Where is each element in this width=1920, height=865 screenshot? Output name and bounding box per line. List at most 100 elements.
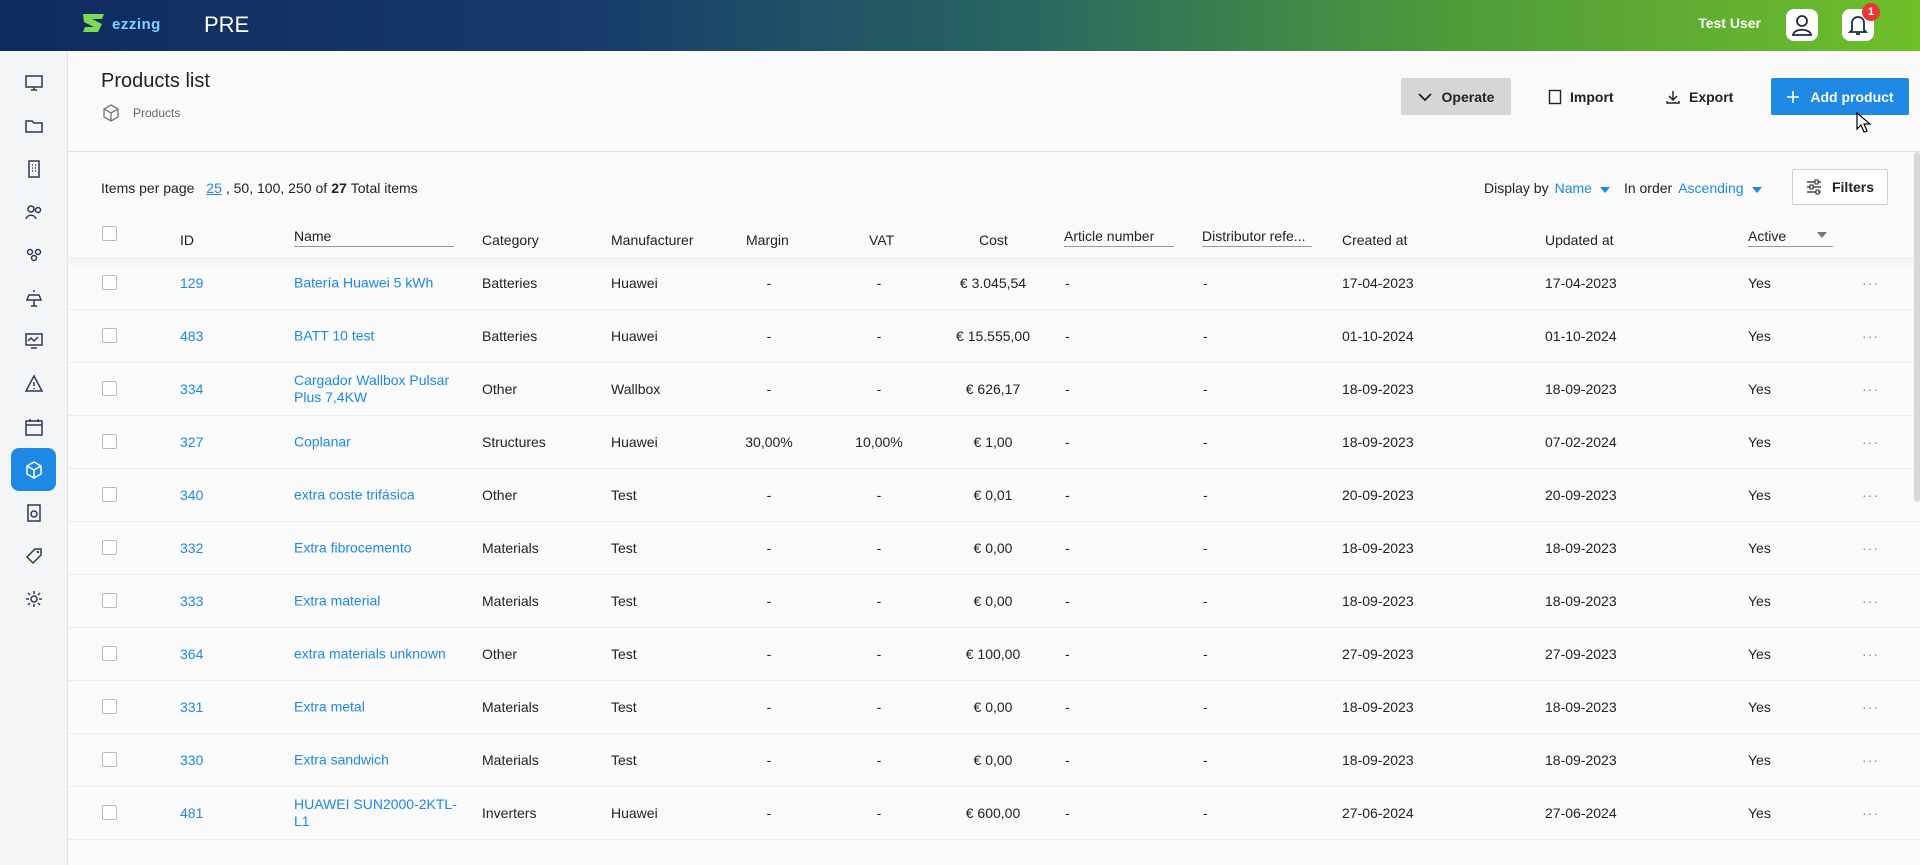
mouse-cursor-icon [1856,112,1872,133]
row-checkbox[interactable] [102,593,117,608]
table-row[interactable]: 334 Other Wallbox - - € 626,17 - - 18-09-2023 18-… [68,363,1920,416]
row-name-link[interactable]: BATT 10 test [294,328,374,345]
row-id[interactable]: 364 [180,646,203,662]
row-actions-menu[interactable]: ··· [1862,381,1879,397]
column-active[interactable]: Active [1748,228,1833,247]
sidebar-item-settings[interactable] [11,577,56,620]
scrollbar[interactable] [1914,152,1920,502]
column-cost[interactable]: Cost [979,232,1008,248]
table-row[interactable]: 330 Materials Test - - € 0,00 - - 18-09-2023 18-0… [68,734,1920,787]
sidebar-item-tags[interactable] [11,534,56,577]
row-name-link[interactable]: Cargador Wallbox Pulsar Plus 7,4KW [294,372,449,406]
column-id[interactable]: ID [180,232,194,248]
row-name-link[interactable]: Extra fibrocemento [294,540,412,557]
row-checkbox[interactable] [102,328,117,343]
column-category[interactable]: Category [482,232,539,248]
column-manufacturer[interactable]: Manufacturer [611,232,693,248]
notifications-button[interactable]: 1 [1842,3,1880,41]
row-actions-menu[interactable]: ··· [1862,752,1879,768]
column-name[interactable]: Name [294,228,454,247]
column-updated-at[interactable]: Updated at [1545,232,1614,248]
row-name-link[interactable]: Batería Huawei 5 kWh [294,275,433,292]
page-size-25[interactable]: 25 [206,180,222,196]
row-actions-menu[interactable]: ··· [1862,540,1879,556]
row-name-link[interactable]: Coplanar [294,434,351,451]
row-actions-menu[interactable]: ··· [1862,487,1879,503]
user-name[interactable]: Test User [1698,15,1761,31]
row-id[interactable]: 331 [180,699,203,715]
products-icon [25,460,42,479]
column-margin[interactable]: Margin [746,232,789,248]
sidebar-item-dashboard[interactable] [11,61,56,104]
sidebar-item-solar[interactable] [11,276,56,319]
caret-down-icon [1599,187,1610,193]
row-name-link[interactable]: Extra metal [294,699,365,716]
column-article-number[interactable]: Article number [1064,228,1174,247]
column-active-label: Active [1748,228,1787,244]
row-name-link[interactable]: Extra sandwich [294,752,389,769]
row-id[interactable]: 333 [180,593,203,609]
row-actions-menu[interactable]: ··· [1862,275,1879,291]
sidebar-item-alerts[interactable] [11,362,56,405]
sidebar-item-invoices[interactable] [11,491,56,534]
row-name-link[interactable]: extra materials unknown [294,646,446,663]
sidebar-item-team[interactable] [11,190,56,233]
table-row[interactable]: 483 Batteries Huawei - - € 15.555,00 - - 01-10-2… [68,310,1920,363]
row-id[interactable]: 332 [180,540,203,556]
table-row[interactable]: 481 Inverters Huawei - - € 600,00 - - 27-06-2024… [68,787,1920,840]
row-checkbox[interactable] [102,487,117,502]
table-row[interactable]: 331 Materials Test - - € 0,00 - - 18-09-2023 18-0… [68,681,1920,734]
sidebar-item-users[interactable] [11,233,56,276]
display-by-select[interactable]: Name [1555,180,1610,196]
row-actions-menu[interactable]: ··· [1862,805,1879,821]
table-row[interactable]: 333 Materials Test - - € 0,00 - - 18-09-2023 18-0… [68,575,1920,628]
column-vat[interactable]: VAT [869,232,894,248]
row-name-link[interactable]: Extra material [294,593,380,610]
row-name-link[interactable]: extra coste trifásica [294,487,415,504]
table-row[interactable]: 364 Other Test - - € 100,00 - - 27-09-2023 27-09-… [68,628,1920,681]
sidebar-item-products[interactable] [11,448,56,491]
add-product-button[interactable]: Add product [1771,78,1909,115]
user-avatar[interactable] [1786,9,1818,41]
row-checkbox[interactable] [102,434,117,449]
row-actions-menu[interactable]: ··· [1862,328,1879,344]
row-id[interactable]: 327 [180,434,203,450]
column-distributor-reference[interactable]: Distributor refe... [1202,228,1312,247]
column-created-at[interactable]: Created at [1342,232,1407,248]
row-actions-menu[interactable]: ··· [1862,593,1879,609]
table-row[interactable]: 340 Other Test - - € 0,01 - - 20-09-2023 20-09-20… [68,469,1920,522]
row-checkbox[interactable] [102,381,117,396]
app-logo[interactable]: ezzing [80,10,161,38]
breadcrumb-item-products[interactable]: Products [133,106,180,120]
order-select[interactable]: Ascending [1678,180,1762,196]
filters-button[interactable]: Filters [1792,169,1888,205]
row-actions-menu[interactable]: ··· [1862,699,1879,715]
row-id[interactable]: 483 [180,328,203,344]
row-checkbox[interactable] [102,540,117,555]
sidebar-item-companies[interactable] [11,147,56,190]
row-checkbox[interactable] [102,699,117,714]
row-checkbox[interactable] [102,275,117,290]
row-checkbox[interactable] [102,805,117,820]
export-button[interactable]: Export [1665,78,1733,115]
row-id[interactable]: 330 [180,752,203,768]
row-id[interactable]: 481 [180,805,203,821]
table-row[interactable]: 327 Structures Huawei 30,00% 10,00% € 1,00 - - 1… [68,416,1920,469]
row-checkbox[interactable] [102,752,117,767]
import-button[interactable]: Import [1548,78,1614,115]
sidebar-item-calendar[interactable] [11,405,56,448]
operate-button[interactable]: Operate [1401,78,1511,115]
table-row[interactable]: 332 Materials Test - - € 0,00 - - 18-09-2023 18-0… [68,522,1920,575]
row-actions-menu[interactable]: ··· [1862,434,1879,450]
select-all-checkbox[interactable] [102,226,117,241]
row-name-link[interactable]: HUAWEI SUN2000-2KTL- L1 [294,796,457,830]
row-actions-menu[interactable]: ··· [1862,646,1879,662]
sidebar-item-monitoring[interactable] [11,319,56,362]
row-id[interactable]: 129 [180,275,203,291]
sidebar-item-projects[interactable] [11,104,56,147]
page-size-options[interactable]: , 50, 100, 250 [226,180,312,196]
row-id[interactable]: 340 [180,487,203,503]
row-checkbox[interactable] [102,646,117,661]
row-category: Batteries [482,275,538,291]
row-id[interactable]: 334 [180,381,203,397]
